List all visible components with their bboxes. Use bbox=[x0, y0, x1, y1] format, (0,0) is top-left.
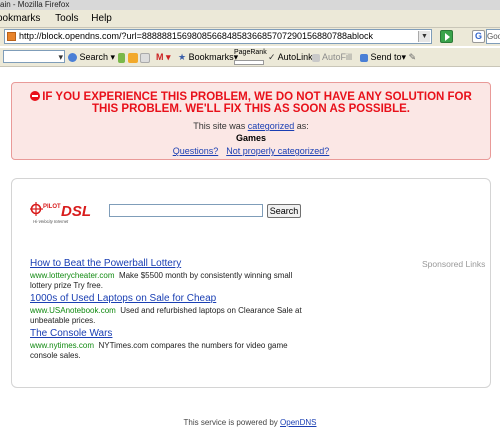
block-icon bbox=[30, 91, 41, 101]
ad-title-link[interactable]: 1000s of Used Laptops on Sale for Cheap bbox=[30, 293, 310, 305]
error-title: IF YOU EXPERIENCE THIS PROBLEM, WE DO NO… bbox=[12, 91, 490, 115]
magnifier-icon bbox=[68, 53, 77, 63]
toolbar-bookmarks-label: Bookmarks bbox=[188, 52, 234, 62]
autolink-label: AutoLink bbox=[277, 52, 313, 62]
category-name: Games bbox=[235, 133, 267, 143]
sponsored-ad: The Console Wars www.nytimes.com NYTimes… bbox=[30, 328, 310, 361]
gmail-icon[interactable]: M ▾ bbox=[156, 48, 171, 66]
check-icon bbox=[140, 52, 151, 63]
search-panel: PILOT DSL Hi-Velocity Internet Search Sp… bbox=[11, 178, 491, 388]
menu-bookmarks[interactable]: ookmarks bbox=[0, 10, 40, 27]
toolbar-sendto-button[interactable]: Send to▾ ✎ bbox=[360, 48, 416, 66]
site-favicon-icon bbox=[7, 32, 16, 42]
search-button[interactable]: Search bbox=[267, 204, 301, 218]
questions-link[interactable]: Questions? bbox=[173, 146, 219, 156]
toolbar-search-input[interactable] bbox=[3, 48, 65, 66]
toolbar-search-button[interactable]: Search ▾ bbox=[68, 48, 115, 66]
toolbar-search-label: Search bbox=[79, 52, 109, 62]
search-engine-label: Goo bbox=[487, 32, 500, 41]
pagerank-bar bbox=[234, 60, 264, 65]
ad-url[interactable]: www.nytimes.com bbox=[30, 341, 94, 350]
toolbar-autofill-button[interactable]: AutoFill bbox=[312, 48, 352, 66]
go-icon[interactable] bbox=[440, 30, 453, 43]
sponsored-ad: 1000s of Used Laptops on Sale for Cheap … bbox=[30, 293, 310, 326]
powered-by-footer: This service is powered by OpenDNS bbox=[0, 418, 500, 427]
logo-pilot-text: PILOT bbox=[43, 204, 61, 210]
sendto-label: Send to bbox=[370, 52, 402, 62]
toolbar-bookmarks-button[interactable]: ★ Bookmarks▾ bbox=[178, 48, 238, 66]
toolbar-misc-icons[interactable] bbox=[118, 48, 151, 66]
logo-tagline-text: Hi-Velocity Internet bbox=[33, 219, 69, 224]
autofill-label: AutoFill bbox=[322, 52, 353, 62]
menu-bar: ookmarks Tools Help bbox=[0, 10, 500, 28]
search-engine-box[interactable]: Goo bbox=[486, 29, 500, 44]
window-title: ain - Mozilla Firefox bbox=[0, 0, 70, 9]
autolink-icon: ✓ bbox=[268, 52, 276, 62]
categorized-link[interactable]: categorized bbox=[248, 121, 295, 131]
logo-dsl-text: DSL bbox=[61, 203, 91, 220]
google-toolbar: Search ▾ M ▾ ★ Bookmarks▾ PageRank ✓ Aut… bbox=[0, 47, 500, 67]
categorized-line: This site was categorized as: bbox=[12, 120, 490, 132]
autofill-icon bbox=[312, 53, 320, 62]
search-input[interactable] bbox=[109, 204, 263, 217]
address-url: http://block.opendns.com/?url=8888881569… bbox=[19, 31, 374, 41]
ad-description: www.USAnotebook.com Used and refurbished… bbox=[30, 306, 310, 326]
pencil-icon[interactable]: ✎ bbox=[409, 52, 417, 62]
error-links: Questions? Not properly categorized? bbox=[12, 145, 490, 157]
ad-description: www.nytimes.com NYTimes.com compares the… bbox=[30, 341, 310, 361]
categorized-prefix: This site was bbox=[193, 121, 246, 131]
google-icon[interactable]: G bbox=[472, 30, 485, 43]
sponsored-ad: How to Beat the Powerball Lottery www.lo… bbox=[30, 258, 310, 291]
not-properly-categorized-link[interactable]: Not properly categorized? bbox=[226, 146, 329, 156]
menu-help[interactable]: Help bbox=[91, 10, 112, 27]
star-icon: ★ bbox=[178, 52, 187, 62]
opendns-link[interactable]: OpenDNS bbox=[280, 418, 316, 427]
footer-prefix: This service is powered by bbox=[183, 418, 278, 427]
up-icon bbox=[118, 52, 125, 63]
ad-url[interactable]: www.USAnotebook.com bbox=[30, 306, 116, 315]
error-title-text: IF YOU EXPERIENCE THIS PROBLEM, WE DO NO… bbox=[42, 91, 472, 115]
sendto-icon bbox=[360, 53, 368, 62]
menu-tools[interactable]: Tools bbox=[55, 10, 78, 27]
blocked-site-notice: IF YOU EXPERIENCE THIS PROBLEM, WE DO NO… bbox=[11, 82, 491, 160]
ad-url[interactable]: www.lotterycheater.com bbox=[30, 271, 114, 280]
address-bar[interactable]: http://block.opendns.com/?url=8888881569… bbox=[4, 29, 432, 44]
ad-title-link[interactable]: The Console Wars bbox=[30, 328, 310, 340]
categorized-suffix: as: bbox=[296, 121, 309, 131]
window-title-bar: ain - Mozilla Firefox bbox=[0, 0, 500, 10]
pagerank-label: PageRank bbox=[234, 49, 267, 56]
ad-title-link[interactable]: How to Beat the Powerball Lottery bbox=[30, 258, 310, 270]
ad-description: www.lotterycheater.com Make $5500 month … bbox=[30, 271, 310, 291]
toolbar-autolink-button[interactable]: ✓ AutoLink bbox=[268, 48, 313, 66]
popup-icon bbox=[127, 52, 138, 63]
pilot-dsl-logo: PILOT DSL Hi-Velocity Internet bbox=[30, 202, 91, 224]
address-dropdown-icon[interactable]: ▼ bbox=[418, 31, 430, 42]
sponsored-links-label: Sponsored Links bbox=[422, 259, 486, 269]
